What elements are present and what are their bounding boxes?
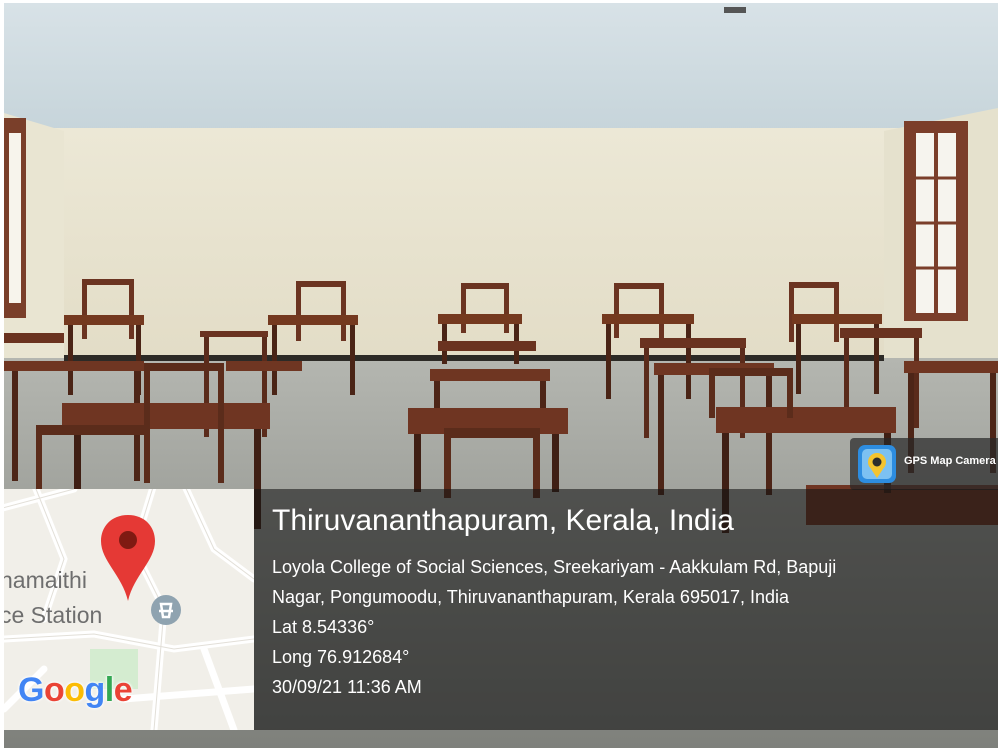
google-logo: Google [18,671,133,710]
location-info-panel: namaithi ce Station Google Thiruvanantha… [4,489,998,730]
google-logo-letter: o [64,671,85,709]
timestamp: 30/09/21 11:36 AM [272,677,422,697]
google-logo-letter: g [84,671,106,709]
map-pin-camera-icon [858,445,896,483]
map-label-place: namaithi [4,567,87,593]
address-line-1: Loyola College of Social Sciences, Sreek… [272,557,837,577]
location-title: Thiruvananthapuram, Kerala, India [272,504,734,537]
map-label-station: ce Station [4,602,103,628]
longitude: Long 76.912684° [272,647,410,667]
google-logo-letter: G [18,671,44,709]
location-text: Thiruvananthapuram, Kerala, India Loyola… [272,503,836,702]
police-station-icon [151,595,181,625]
address-line-2: Nagar, Pongumoodu, Thiruvananthapuram, K… [272,587,790,607]
google-logo-letter: l [104,671,114,709]
gps-map-camera-badge: GPS Map Camera [850,438,998,490]
google-logo-letter: o [43,671,65,709]
map-thumbnail[interactable]: namaithi ce Station Google [4,489,254,730]
gps-map-camera-label: GPS Map Camera [904,455,996,467]
google-logo-letter: e [113,671,133,709]
latitude: Lat 8.54336° [272,617,375,637]
